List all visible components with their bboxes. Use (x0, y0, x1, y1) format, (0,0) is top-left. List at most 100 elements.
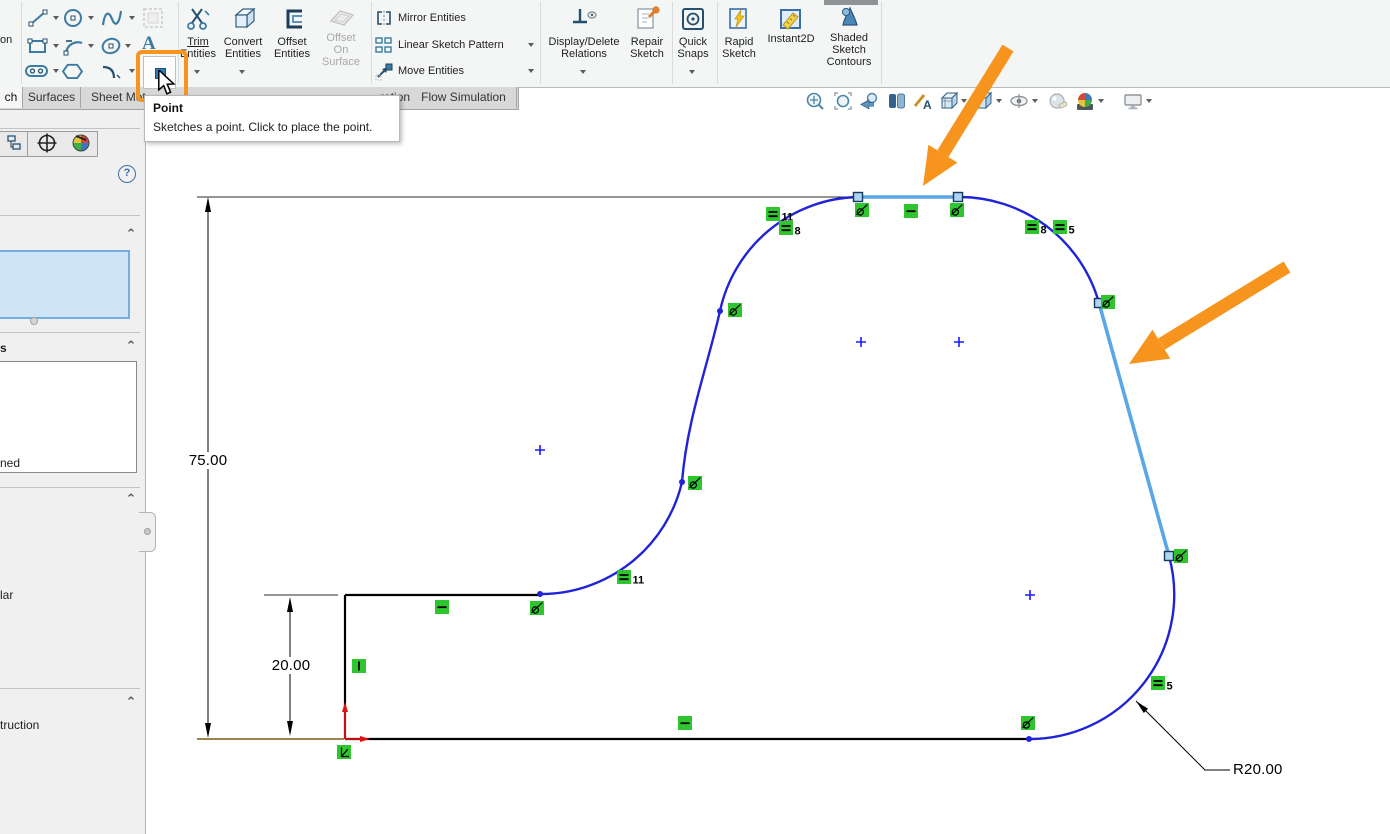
trim-icon[interactable] (184, 6, 212, 32)
relation-badge-tangent[interactable] (728, 303, 742, 317)
offset-entities-button[interactable]: OffsetEntities (274, 36, 310, 60)
hide-show-icon[interactable] (1008, 90, 1030, 112)
arc-left-lower[interactable] (540, 482, 682, 594)
shaded-contours-icon[interactable] (836, 5, 864, 33)
arc-center-marker[interactable] (535, 445, 545, 455)
view-settings-icon[interactable] (1122, 90, 1144, 112)
tab-sketch[interactable]: ch (0, 87, 23, 108)
section-view-icon[interactable] (886, 90, 908, 112)
sketch-origin[interactable] (342, 702, 370, 742)
linear-pattern-dropdown[interactable] (528, 43, 534, 47)
spline-icon[interactable] (99, 7, 125, 29)
move-entities-dropdown[interactable] (528, 69, 534, 73)
appearance-icon[interactable] (1047, 90, 1069, 112)
ellipse-dropdown[interactable] (125, 44, 131, 48)
view-settings-dropdown[interactable] (1146, 99, 1152, 103)
dimension-20-value[interactable]: 20.00 (266, 657, 316, 674)
repair-sketch-button[interactable]: RepairSketch (630, 36, 664, 60)
relation-badge-vertical[interactable] (352, 659, 366, 673)
arc-icon[interactable] (62, 35, 86, 57)
selection-highlight-box[interactable] (0, 250, 130, 319)
endpoint-dot[interactable] (679, 479, 685, 485)
slot-dropdown[interactable] (53, 69, 59, 73)
relation-badge-tangent[interactable] (1021, 716, 1035, 730)
tab-appearances[interactable] (67, 131, 98, 157)
relations-listbox[interactable] (0, 361, 137, 473)
dimension-r20-value[interactable]: R20.00 (1233, 761, 1293, 778)
endpoint-dot[interactable] (1026, 736, 1032, 742)
dimension-75-value[interactable]: 75.00 (182, 452, 234, 469)
view-orientation-icon[interactable] (938, 90, 960, 112)
arc-dropdown[interactable] (88, 44, 94, 48)
relation-badge-equal[interactable]: 8 (779, 221, 801, 238)
relation-badge-tangent[interactable] (1174, 549, 1188, 563)
relation-badge-horizontal[interactable] (904, 204, 918, 218)
endpoint-handle[interactable] (1165, 552, 1174, 561)
move-entities-icon[interactable] (374, 61, 394, 81)
spline-dropdown[interactable] (129, 16, 135, 20)
zoom-area-icon[interactable] (832, 90, 854, 112)
scene-icon[interactable] (1074, 90, 1096, 112)
slot-icon[interactable] (24, 62, 50, 80)
move-entities-button[interactable]: Move Entities (398, 65, 464, 77)
rapid-sketch-icon[interactable] (726, 5, 754, 33)
arc-center-marker[interactable] (1025, 590, 1035, 600)
relation-badge-tangent[interactable] (688, 476, 702, 490)
convert-dropdown[interactable] (239, 70, 245, 74)
trim-dropdown[interactable] (194, 70, 200, 74)
panel-splitter-handle[interactable] (139, 512, 156, 552)
display-relations-dropdown[interactable] (580, 70, 586, 74)
arc-center-marker[interactable] (856, 337, 866, 347)
display-style-dropdown[interactable] (996, 99, 1002, 103)
endpoint-dot[interactable] (717, 308, 723, 314)
repair-icon[interactable] (634, 5, 662, 33)
display-relations-icon[interactable] (570, 6, 600, 32)
quick-snaps-icon[interactable] (680, 6, 706, 32)
view-orientation-dropdown[interactable] (961, 99, 967, 103)
mirror-icon[interactable] (374, 9, 394, 27)
relation-badge-equal[interactable]: 5 (1151, 676, 1173, 693)
zoom-fit-icon[interactable] (804, 90, 826, 112)
scene-dropdown[interactable] (1098, 99, 1104, 103)
arc-center-marker[interactable] (954, 337, 964, 347)
endpoint-handle[interactable] (954, 193, 963, 202)
section-collapse-chevron[interactable]: ⌃ (124, 494, 138, 506)
dimension-r20[interactable] (1136, 701, 1230, 770)
quick-snaps-dropdown[interactable] (689, 70, 695, 74)
endpoint-dot[interactable] (537, 591, 543, 597)
tab-feature-manager[interactable] (0, 131, 28, 157)
previous-view-icon[interactable] (859, 90, 881, 112)
mirror-entities-button[interactable]: Mirror Entities (398, 12, 466, 24)
annotations-icon[interactable]: A (912, 90, 934, 112)
fillet-dropdown[interactable] (129, 69, 135, 73)
ellipse-icon[interactable] (100, 35, 124, 57)
convert-icon[interactable] (230, 5, 258, 33)
fillet-icon[interactable] (100, 61, 124, 81)
section-collapse-chevron[interactable]: ⌃ (124, 697, 138, 709)
endpoint-handle[interactable] (854, 193, 863, 202)
rectangle-dropdown[interactable] (53, 44, 59, 48)
help-icon[interactable]: ? (118, 165, 136, 183)
selected-right-line[interactable] (1099, 303, 1169, 556)
section-collapse-chevron[interactable]: ⌃ (124, 229, 138, 241)
arc-top-right[interactable] (958, 197, 1099, 303)
display-style-icon[interactable] (972, 90, 994, 112)
relation-badge-equal[interactable]: 11 (617, 570, 644, 587)
convert-entities-button[interactable]: ConvertEntities (224, 36, 263, 60)
relation-badge-tangent[interactable] (530, 601, 544, 615)
line-icon[interactable] (27, 8, 49, 28)
rectangle-icon[interactable] (27, 36, 49, 56)
tab-flow-simulation[interactable]: Flow Simulation (411, 87, 517, 108)
circle-dropdown[interactable] (88, 16, 94, 20)
hide-show-dropdown[interactable] (1032, 99, 1038, 103)
instant2d-icon[interactable] (778, 6, 806, 32)
offset-icon[interactable] (280, 6, 306, 32)
line-dropdown[interactable] (53, 16, 59, 20)
tab-surfaces[interactable]: Surfaces (23, 87, 81, 108)
tab-property-manager[interactable] (27, 131, 69, 157)
polygon-icon[interactable] (62, 61, 84, 83)
section-collapse-chevron[interactable]: ⌃ (124, 341, 138, 353)
linear-sketch-pattern-button[interactable]: Linear Sketch Pattern (398, 39, 504, 51)
relation-badge-tangent[interactable] (950, 203, 964, 217)
relation-badge-tangent[interactable] (855, 203, 869, 217)
